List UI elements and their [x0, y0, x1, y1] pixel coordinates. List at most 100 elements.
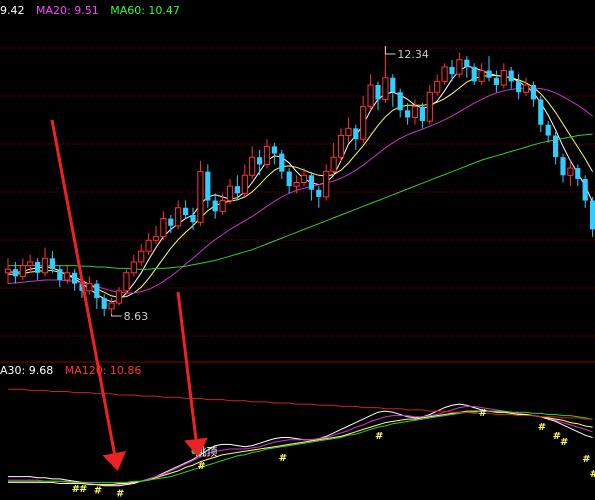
candle-body-up: [4, 268, 12, 274]
signal-marker: #: [590, 469, 595, 480]
candle: [130, 254, 137, 277]
signal-marker: #: [479, 408, 487, 419]
arrow-right: [176, 291, 208, 457]
candle-body-down: [234, 186, 240, 194]
candle-body-down: [212, 200, 218, 212]
candle: [308, 171, 314, 201]
candle-body-up: [115, 290, 123, 304]
candle: [286, 168, 292, 194]
candle: [183, 200, 189, 219]
candle-body-up: [345, 127, 352, 137]
candle: [375, 81, 381, 111]
candle: [486, 56, 492, 82]
candle-body-up: [263, 145, 271, 165]
candle: [538, 95, 544, 132]
candle: [345, 117, 352, 143]
breakout-dot: [191, 448, 198, 455]
candle: [500, 63, 507, 89]
candle-body-up: [426, 91, 433, 122]
candle-body-up: [522, 84, 530, 93]
signal-marker: #: [582, 454, 590, 465]
candle-body-down: [353, 128, 359, 140]
candle-body-up: [249, 156, 256, 176]
candle: [123, 269, 130, 295]
candle: [582, 175, 588, 208]
candle-body-down: [101, 298, 107, 309]
candle: [41, 247, 49, 277]
candle: [478, 63, 485, 85]
candle-body-up: [138, 250, 145, 263]
candle-body-up: [337, 135, 345, 158]
arrow-left: [50, 119, 127, 471]
candle-body-up: [367, 84, 374, 108]
candle-body-down: [271, 146, 277, 154]
candle-body-up: [41, 257, 49, 274]
candle-body-down: [538, 99, 544, 125]
candle: [138, 243, 145, 266]
candle-body-down: [493, 77, 499, 85]
candle: [419, 103, 425, 129]
candle-body-down: [419, 106, 425, 122]
candle: [35, 258, 41, 280]
candle: [57, 265, 63, 288]
candle: [316, 186, 322, 208]
candle-body-up: [19, 265, 26, 277]
candle-body-up: [293, 182, 300, 187]
signal-marker: #: [94, 485, 102, 496]
candle-body-down: [12, 269, 18, 277]
signal-marker: #: [375, 431, 383, 442]
candle: [212, 193, 218, 219]
stock-chart[interactable]: 12.348.63#############跳顶: [0, 0, 595, 500]
indicator-line-yellow: [8, 410, 593, 486]
candle-body-down: [35, 261, 41, 273]
candle: [441, 63, 448, 85]
candle-body-down: [308, 175, 314, 190]
candle-body-down: [168, 218, 174, 226]
candle: [323, 164, 330, 201]
candle: [115, 287, 123, 306]
price-pointer: [384, 46, 396, 55]
candle: [205, 164, 211, 208]
indicator-line-magenta: [8, 405, 593, 486]
candle: [382, 46, 389, 104]
candle: [456, 52, 463, 78]
candle-body-up: [567, 167, 574, 176]
candle-body-down: [257, 157, 263, 165]
candle-body-up: [382, 77, 389, 100]
candle: [522, 77, 530, 96]
candle-body-up: [123, 272, 130, 292]
candle-body-down: [286, 171, 292, 187]
candle: [397, 88, 403, 118]
candle-body-up: [456, 59, 463, 75]
candle-body-down: [553, 135, 559, 158]
candle-body-up: [330, 156, 337, 173]
candle-body-down: [205, 171, 211, 201]
candle: [508, 66, 514, 89]
candle-body-down: [560, 157, 566, 176]
candle-body-down: [449, 66, 455, 75]
candle: [263, 139, 271, 169]
ma-line-magenta: [7, 87, 593, 294]
candle-body-up: [152, 236, 160, 241]
candle-body-up: [323, 171, 330, 198]
candle: [249, 146, 256, 179]
candle: [530, 81, 536, 107]
candle-body-up: [226, 185, 234, 202]
ma-line-yellow: [8, 75, 594, 298]
candle-body-down: [57, 269, 63, 280]
signal-marker: #: [538, 422, 546, 433]
candle: [94, 280, 100, 309]
candle-body-up: [197, 171, 204, 223]
candle: [390, 74, 396, 107]
candle-body-down: [183, 207, 189, 215]
candle-body-up: [130, 261, 137, 274]
candle-body-up: [175, 207, 182, 227]
legend-ma120: MA120: 10.86: [64, 364, 142, 377]
candle-body-down: [49, 258, 55, 270]
candle: [471, 63, 477, 85]
candle: [575, 164, 581, 187]
candle: [279, 150, 285, 179]
indicator-line-green: [8, 410, 593, 483]
candle-body-down: [582, 178, 588, 201]
candle-body-down: [486, 70, 492, 78]
